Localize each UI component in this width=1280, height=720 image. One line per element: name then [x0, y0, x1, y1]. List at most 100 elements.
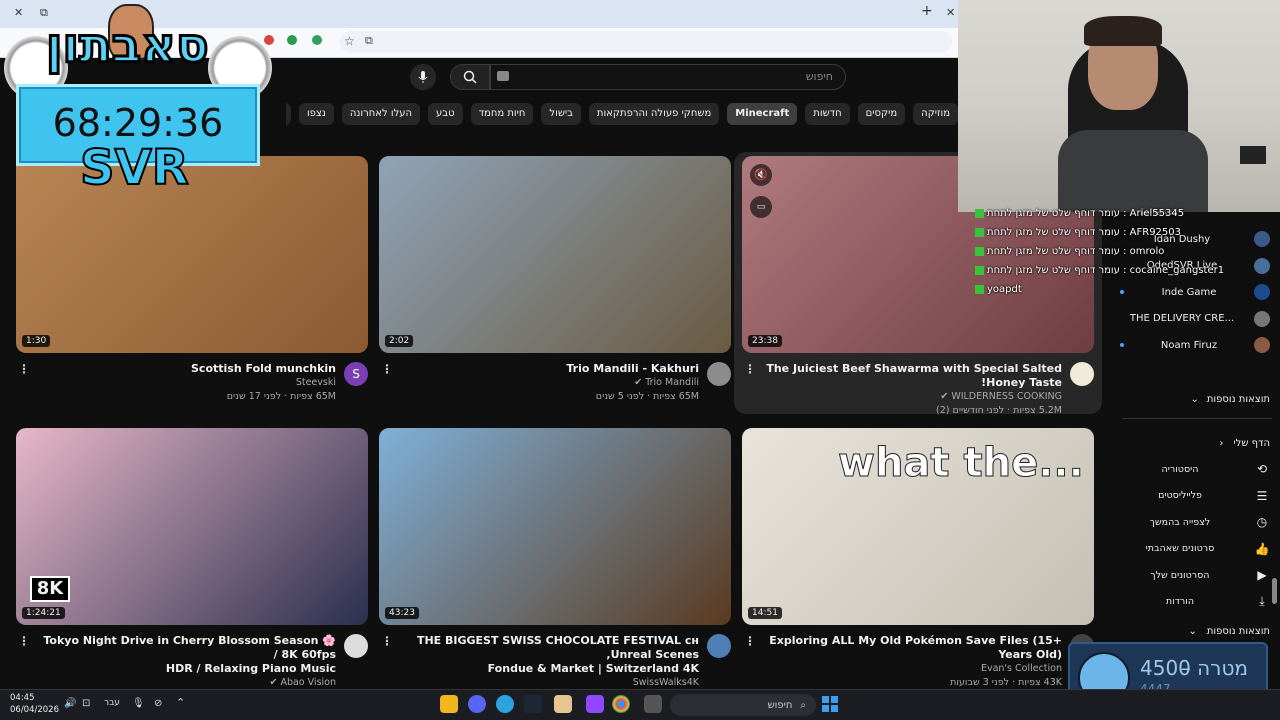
- network-icon[interactable]: ⊡: [82, 698, 90, 709]
- streamer-shirt: [1058, 130, 1208, 212]
- microphone-icon[interactable]: 🎙: [132, 698, 145, 709]
- file-explorer-icon[interactable]: [440, 695, 458, 713]
- close-window-button[interactable]: ✕: [14, 6, 23, 19]
- video-title[interactable]: Tokyo Night Drive in Cherry Blossom Seas…: [36, 634, 336, 662]
- bookmark-star-icon[interactable]: ☆: [344, 34, 355, 48]
- telegram-icon[interactable]: [496, 695, 514, 713]
- sidebar-channel[interactable]: THE DELIVERY CRE...: [1120, 308, 1270, 330]
- channel-name[interactable]: Abao Vision✔: [36, 676, 336, 690]
- camera-off-icon[interactable]: ⊘: [154, 698, 162, 709]
- chip-4[interactable]: משחקי פעולה והרפתקאות: [588, 103, 720, 125]
- sidebar-nav-item[interactable]: ⟲ היסטוריה: [1120, 458, 1270, 480]
- video-meta: Scottish Fold munchkin Steevski 65M צפיות …: [36, 362, 336, 404]
- channel-avatar[interactable]: [344, 634, 368, 658]
- language-indicator[interactable]: עבר: [104, 698, 120, 708]
- video-thumbnail[interactable]: 2:02: [379, 156, 731, 353]
- video-title[interactable]: Scottish Fold munchkin: [36, 362, 336, 376]
- tab-close-button[interactable]: ✕: [946, 6, 955, 19]
- search-icon: ⌕: [800, 699, 806, 711]
- you-section-header[interactable]: הדף שלי ›: [1120, 432, 1270, 454]
- captions-icon[interactable]: ▭: [750, 196, 772, 218]
- video-thumbnail[interactable]: 43:23: [379, 428, 731, 625]
- channel-avatar: [1254, 337, 1270, 353]
- volume-icon[interactable]: 🔊: [64, 698, 76, 709]
- keyboard-icon[interactable]: [497, 71, 509, 81]
- extension-icon[interactable]: [312, 35, 322, 45]
- chip-0[interactable]: מוזיקה: [913, 103, 958, 125]
- channel-avatar[interactable]: [707, 362, 731, 386]
- more-options-icon[interactable]: ⋮: [381, 634, 393, 648]
- more-options-icon[interactable]: ⋮: [18, 634, 30, 648]
- video-title[interactable]: The Juiciest Beef Shawarma with Special …: [762, 362, 1062, 390]
- chip-5[interactable]: בישול: [541, 103, 581, 125]
- sidebar-nav-item[interactable]: ▶ הסרטונים שלך: [1120, 564, 1270, 586]
- taskbar-search[interactable]: ⌕ חיפוש: [670, 694, 816, 716]
- channel-avatar[interactable]: S: [344, 362, 368, 386]
- channel-name[interactable]: Steevski: [36, 376, 336, 390]
- chip-8[interactable]: העלו לאחרונה: [341, 103, 421, 125]
- chip-6[interactable]: חיות מחמד: [470, 103, 534, 125]
- task-view-icon[interactable]: [644, 695, 662, 713]
- video-thumbnail[interactable]: 1:30: [16, 156, 368, 353]
- extension-icon[interactable]: [264, 35, 274, 45]
- sidebar-channel[interactable]: Inde Game: [1120, 281, 1270, 303]
- more-options-icon[interactable]: ⋮: [18, 362, 30, 376]
- channel-name[interactable]: Trio Mandili✔: [399, 376, 699, 390]
- sidebar-nav-item[interactable]: 👍 סרטונים שאהבתי: [1120, 538, 1270, 560]
- channel-name[interactable]: SwissWalks4K: [399, 676, 699, 690]
- chip-1[interactable]: מיקסים: [857, 103, 906, 125]
- chip-2[interactable]: חדשות: [805, 103, 850, 125]
- discord-icon[interactable]: [468, 695, 486, 713]
- sidebar-nav-item[interactable]: ◷ לצפייה בהמשך: [1120, 511, 1270, 533]
- app-icon[interactable]: [554, 695, 572, 713]
- channel-avatar[interactable]: [707, 634, 731, 658]
- address-bar[interactable]: [340, 31, 952, 53]
- video-thumbnail[interactable]: 8K 1:24:21: [16, 428, 368, 625]
- video-title-line2[interactable]: HDR / Relaxing Piano Music: [36, 662, 336, 676]
- channel-name-text: Trio Mandili: [645, 377, 699, 388]
- search-input[interactable]: חיפוש: [490, 64, 846, 90]
- sidebar-nav-item[interactable]: ⤓ הורדות: [1120, 591, 1270, 613]
- show-more-channels[interactable]: תוצאות נוספות ⌄: [1120, 388, 1270, 410]
- channel-name[interactable]: Evan's Collection: [762, 662, 1062, 676]
- mute-icon[interactable]: 🔇: [750, 164, 772, 186]
- chip-7[interactable]: טבע: [428, 103, 463, 125]
- subathon-logo: סאבתון: [45, 17, 211, 76]
- sidebar-channel-name: Inde Game: [1161, 286, 1217, 298]
- channel-avatar[interactable]: [1070, 362, 1094, 386]
- twitch-icon[interactable]: [586, 695, 604, 713]
- search-button[interactable]: [450, 64, 490, 90]
- show-more-library[interactable]: תוצאות נוספות ⌄: [1120, 620, 1270, 642]
- video-meta: The Juiciest Beef Shawarma with Special …: [762, 362, 1062, 418]
- channel-name[interactable]: WILDERNESS COOKING✔: [762, 390, 1062, 404]
- extension-icon[interactable]: [287, 35, 297, 45]
- more-options-icon[interactable]: ⋮: [744, 362, 756, 376]
- more-options-icon[interactable]: ⋮: [381, 362, 393, 376]
- video-title[interactable]: Trio Mandili - Kakhuri: [399, 362, 699, 376]
- video-thumbnail[interactable]: what the... 14:51: [742, 428, 1094, 625]
- chevron-down-icon: ⌄: [1188, 625, 1197, 637]
- chip-10[interactable]: חדש בשבילך: [286, 103, 291, 125]
- taskbar-clock[interactable]: 04:45 06/04/2026: [10, 692, 59, 716]
- windows-start-icon[interactable]: [822, 696, 838, 712]
- video-title[interactable]: Exploring ALL My Old Pokémon Save Files …: [762, 634, 1062, 662]
- new-tab-button[interactable]: +: [921, 3, 933, 19]
- sidebar-nav-label: לצפייה בהמשך: [1149, 516, 1211, 528]
- subathon-timer: 68:29:36: [52, 101, 224, 145]
- cast-icon[interactable]: ⧉: [365, 34, 373, 48]
- sidebar-nav-item[interactable]: ☰ פלייליסטים: [1120, 485, 1270, 507]
- video-title-line2[interactable]: Fondue & Market | Switzerland 4K: [399, 662, 699, 676]
- chevron-up-icon[interactable]: ⌃: [176, 696, 185, 709]
- sidebar-channel[interactable]: Noam Firuz: [1120, 334, 1270, 356]
- chrome-icon[interactable]: [612, 695, 630, 713]
- scrollbar-thumb[interactable]: [1272, 578, 1277, 604]
- video-duration: 43:23: [385, 607, 419, 619]
- watch-later-icon: ◷: [1256, 515, 1268, 529]
- sidebar-nav-label: הורדות: [1165, 596, 1195, 607]
- chip-3[interactable]: Minecraft: [727, 103, 798, 125]
- chip-9[interactable]: נצפו: [298, 103, 334, 125]
- video-title[interactable]: THE BIGGEST SWISS CHOCOLATE FESTIVAL ᴄʜ …: [399, 634, 699, 662]
- voice-search-button[interactable]: [410, 64, 436, 90]
- more-options-icon[interactable]: ⋮: [744, 634, 756, 648]
- steam-icon[interactable]: [524, 695, 542, 713]
